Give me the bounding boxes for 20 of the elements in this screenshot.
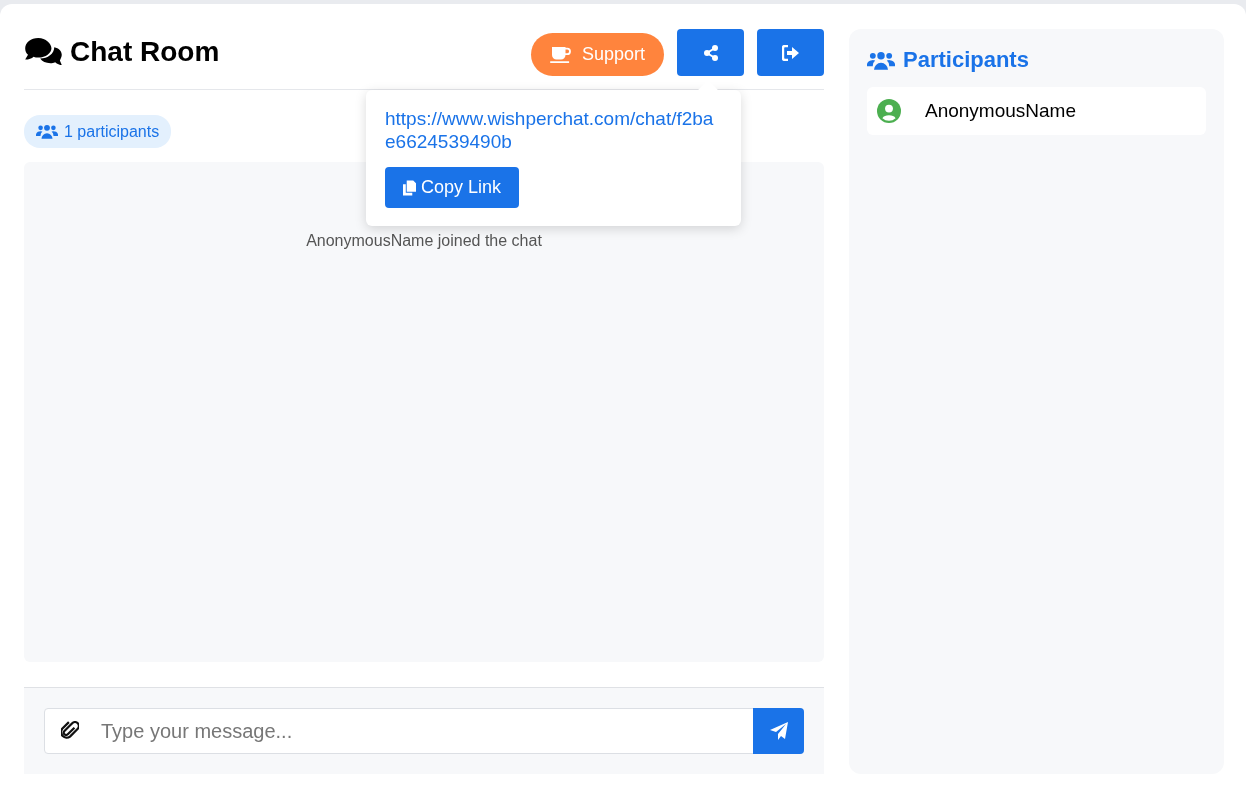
share-button[interactable] [677, 29, 744, 76]
participant-count-badge: 1 participants [24, 115, 172, 148]
share-link[interactable]: https://www.wishperchat.com/chat/f2bae6624539490b [385, 107, 722, 153]
copy-icon [403, 179, 416, 196]
page-title: Chat Room [70, 35, 220, 69]
users-icon [36, 124, 58, 139]
users-icon [867, 50, 895, 70]
copy-link-button[interactable]: Copy Link [385, 167, 520, 208]
coffee-cup-icon [549, 45, 572, 64]
share-icon [702, 44, 719, 61]
panel-title: Participants [903, 47, 1029, 73]
system-message: AnonymousName joined the chat [306, 232, 542, 250]
leave-button[interactable] [757, 29, 824, 76]
paperclip-icon[interactable] [61, 721, 79, 741]
exit-icon [781, 44, 800, 61]
chat-bubbles-icon [24, 36, 62, 66]
participant-name: AnonymousName [925, 100, 1077, 122]
send-button[interactable] [753, 708, 804, 754]
support-button[interactable]: Support [530, 33, 664, 76]
paper-plane-icon [768, 721, 789, 741]
